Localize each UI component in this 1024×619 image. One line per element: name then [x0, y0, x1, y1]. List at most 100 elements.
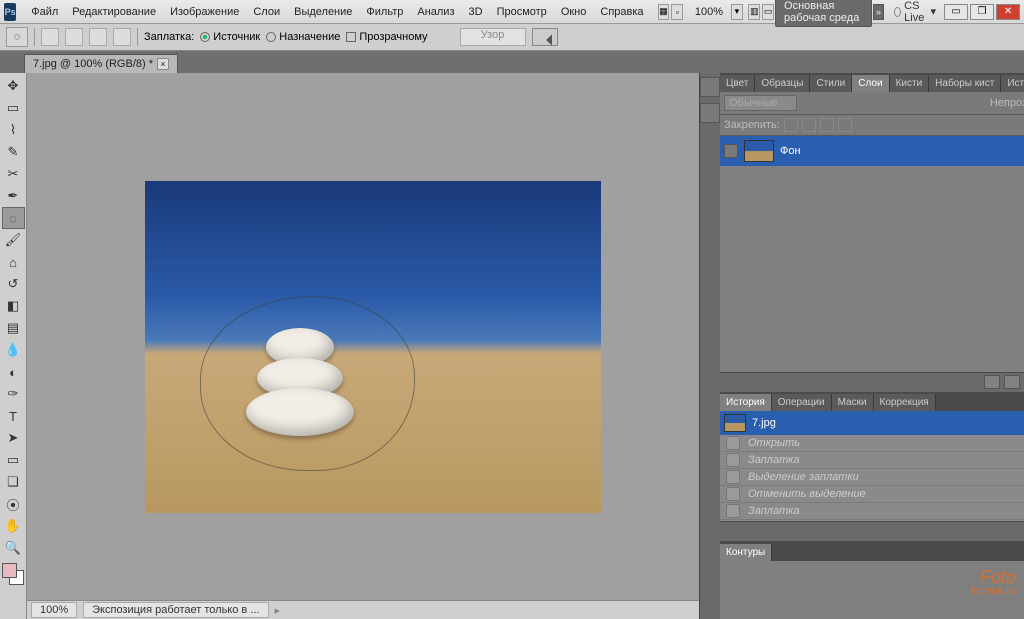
brush-tool[interactable]: 🖌 [2, 229, 25, 251]
menu-image[interactable]: Изображение [163, 6, 246, 18]
tab-clone-source[interactable]: Источник кло [1001, 75, 1024, 92]
layer-thumbnail[interactable] [744, 140, 774, 162]
status-info[interactable]: Экспозиция работает только в ... [83, 602, 268, 618]
tab-history[interactable]: История [720, 394, 772, 411]
use-pattern-button[interactable]: Узор [460, 28, 526, 46]
workspace-more-button[interactable]: » [873, 4, 885, 20]
shape-tool[interactable]: ▭ [2, 449, 25, 471]
menu-select[interactable]: Выделение [287, 6, 359, 18]
selection-subtract-button[interactable] [89, 28, 107, 46]
lasso-tool[interactable]: ⌇ [2, 119, 25, 141]
status-zoom[interactable]: 100% [31, 602, 77, 618]
tab-brush-presets[interactable]: Наборы кист [929, 75, 1001, 92]
dodge-tool[interactable]: ◐ [2, 361, 25, 383]
layer-row[interactable]: Фон 🔒 [720, 136, 1024, 166]
cslive-button[interactable]: CS Live ▾ [890, 0, 940, 24]
window-min-button[interactable]: ▭ [944, 4, 968, 20]
history-step[interactable]: Открыть [720, 435, 1024, 452]
patch-transparent-check[interactable]: Прозрачному [346, 31, 427, 43]
layers-panel: Обычные Непрозрачность: 100% Закрепить: … [720, 92, 1024, 391]
window-max-button[interactable]: ❐ [970, 4, 994, 20]
gradient-tool[interactable]: ▤ [2, 317, 25, 339]
lock-position-button[interactable] [820, 118, 834, 132]
canvas-area[interactable]: 100% Экспозиция работает только в ... ▸ [27, 73, 699, 619]
menu-window[interactable]: Окно [554, 6, 594, 18]
tab-styles[interactable]: Стили [810, 75, 852, 92]
current-tool-icon[interactable]: ◌ [6, 27, 28, 47]
dock-button-2[interactable] [700, 103, 720, 123]
layer-visibility-icon[interactable] [724, 144, 738, 158]
menu-view[interactable]: Просмотр [490, 6, 554, 18]
launch-bridge-button[interactable]: ▦ [658, 4, 670, 20]
zoom-level[interactable]: 100% [688, 6, 730, 18]
dock-button-1[interactable] [700, 77, 720, 97]
menu-3d[interactable]: 3D [462, 6, 490, 18]
history-snapshot[interactable]: 7.jpg [720, 411, 1024, 435]
selection-new-button[interactable] [41, 28, 59, 46]
3d-camera-tool[interactable]: ⦿ [2, 493, 25, 515]
window-close-button[interactable]: ✕ [996, 4, 1020, 20]
tab-brushes[interactable]: Кисти [890, 75, 930, 92]
menu-file[interactable]: Файл [24, 6, 65, 18]
patch-dest-radio[interactable]: Назначение [266, 31, 340, 43]
link-layers-button[interactable] [984, 375, 1000, 389]
menu-layers[interactable]: Слои [246, 6, 287, 18]
launch-minibridge-button[interactable]: ▫ [671, 4, 683, 20]
foreground-color[interactable] [2, 563, 17, 578]
3d-tool[interactable]: ❏ [2, 471, 25, 493]
arrange-docs-button[interactable]: ▥ [748, 4, 760, 20]
pen-tool[interactable]: ✑ [2, 383, 25, 405]
path-select-tool[interactable]: ➤ [2, 427, 25, 449]
document-tab[interactable]: 7.jpg @ 100% (RGB/8) * × [24, 54, 178, 73]
document-image[interactable] [145, 181, 601, 513]
tab-paths[interactable]: Контуры [720, 544, 772, 561]
marquee-tool[interactable]: ▭ [2, 97, 25, 119]
move-tool[interactable]: ✥ [2, 75, 25, 97]
zoom-tool[interactable]: 🔍 [2, 537, 25, 559]
history-step[interactable]: Заплатка [720, 503, 1024, 520]
patch-source-radio[interactable]: Источник [200, 31, 260, 43]
menu-edit[interactable]: Редактирование [65, 6, 163, 18]
type-tool[interactable]: T [2, 405, 25, 427]
history-step[interactable]: Выделение заплатки [720, 469, 1024, 486]
app-logo: Ps [4, 3, 16, 21]
lock-image-button[interactable] [802, 118, 816, 132]
lock-all-button[interactable] [838, 118, 852, 132]
zoom-dropdown-icon[interactable]: ▾ [731, 4, 743, 20]
workspace-selector[interactable]: Основная рабочая среда [775, 0, 872, 27]
history-step[interactable]: Отменить выделение [720, 486, 1024, 503]
history-panel: 7.jpg Открыть Заплатка Выделение заплатк… [720, 411, 1024, 541]
watermark: Foto komok.ru [971, 568, 1016, 597]
tab-adjustments[interactable]: Коррекция [874, 394, 936, 411]
snapshot-name: 7.jpg [752, 417, 776, 429]
tab-masks[interactable]: Маски [832, 394, 874, 411]
tab-color[interactable]: Цвет [720, 75, 755, 92]
color-swatches[interactable] [2, 563, 24, 585]
blur-tool[interactable]: 💧 [2, 339, 25, 361]
close-tab-button[interactable]: × [157, 58, 169, 70]
pattern-picker[interactable] [532, 28, 558, 46]
selection-add-button[interactable] [65, 28, 83, 46]
healing-brush-tool[interactable]: ◌ [2, 207, 25, 229]
eraser-tool[interactable]: ◧ [2, 295, 25, 317]
tab-layers[interactable]: Слои [852, 75, 889, 92]
selection-intersect-button[interactable] [113, 28, 131, 46]
tab-actions[interactable]: Операции [772, 394, 832, 411]
history-brush-tool[interactable]: ↺ [2, 273, 25, 295]
quick-select-tool[interactable]: ✎ [2, 141, 25, 163]
top-panel-tabs: Цвет Образцы Стили Слои Кисти Наборы кис… [720, 73, 1024, 92]
crop-tool[interactable]: ✂ [2, 163, 25, 185]
screen-mode-button[interactable]: ▭ [762, 4, 774, 20]
menu-filter[interactable]: Фильтр [359, 6, 410, 18]
history-step[interactable]: Заплатка [720, 452, 1024, 469]
eyedropper-tool[interactable]: ✒ [2, 185, 25, 207]
tab-swatches[interactable]: Образцы [755, 75, 810, 92]
status-bar: 100% Экспозиция работает только в ... ▸ [27, 600, 699, 619]
lock-transparent-button[interactable] [784, 118, 798, 132]
menu-analysis[interactable]: Анализ [410, 6, 461, 18]
menu-help[interactable]: Справка [593, 6, 650, 18]
hand-tool[interactable]: ✋ [2, 515, 25, 537]
layer-fx-button[interactable] [1004, 375, 1020, 389]
blend-mode-dropdown[interactable]: Обычные [724, 95, 797, 111]
clone-stamp-tool[interactable]: ⌂ [2, 251, 25, 273]
